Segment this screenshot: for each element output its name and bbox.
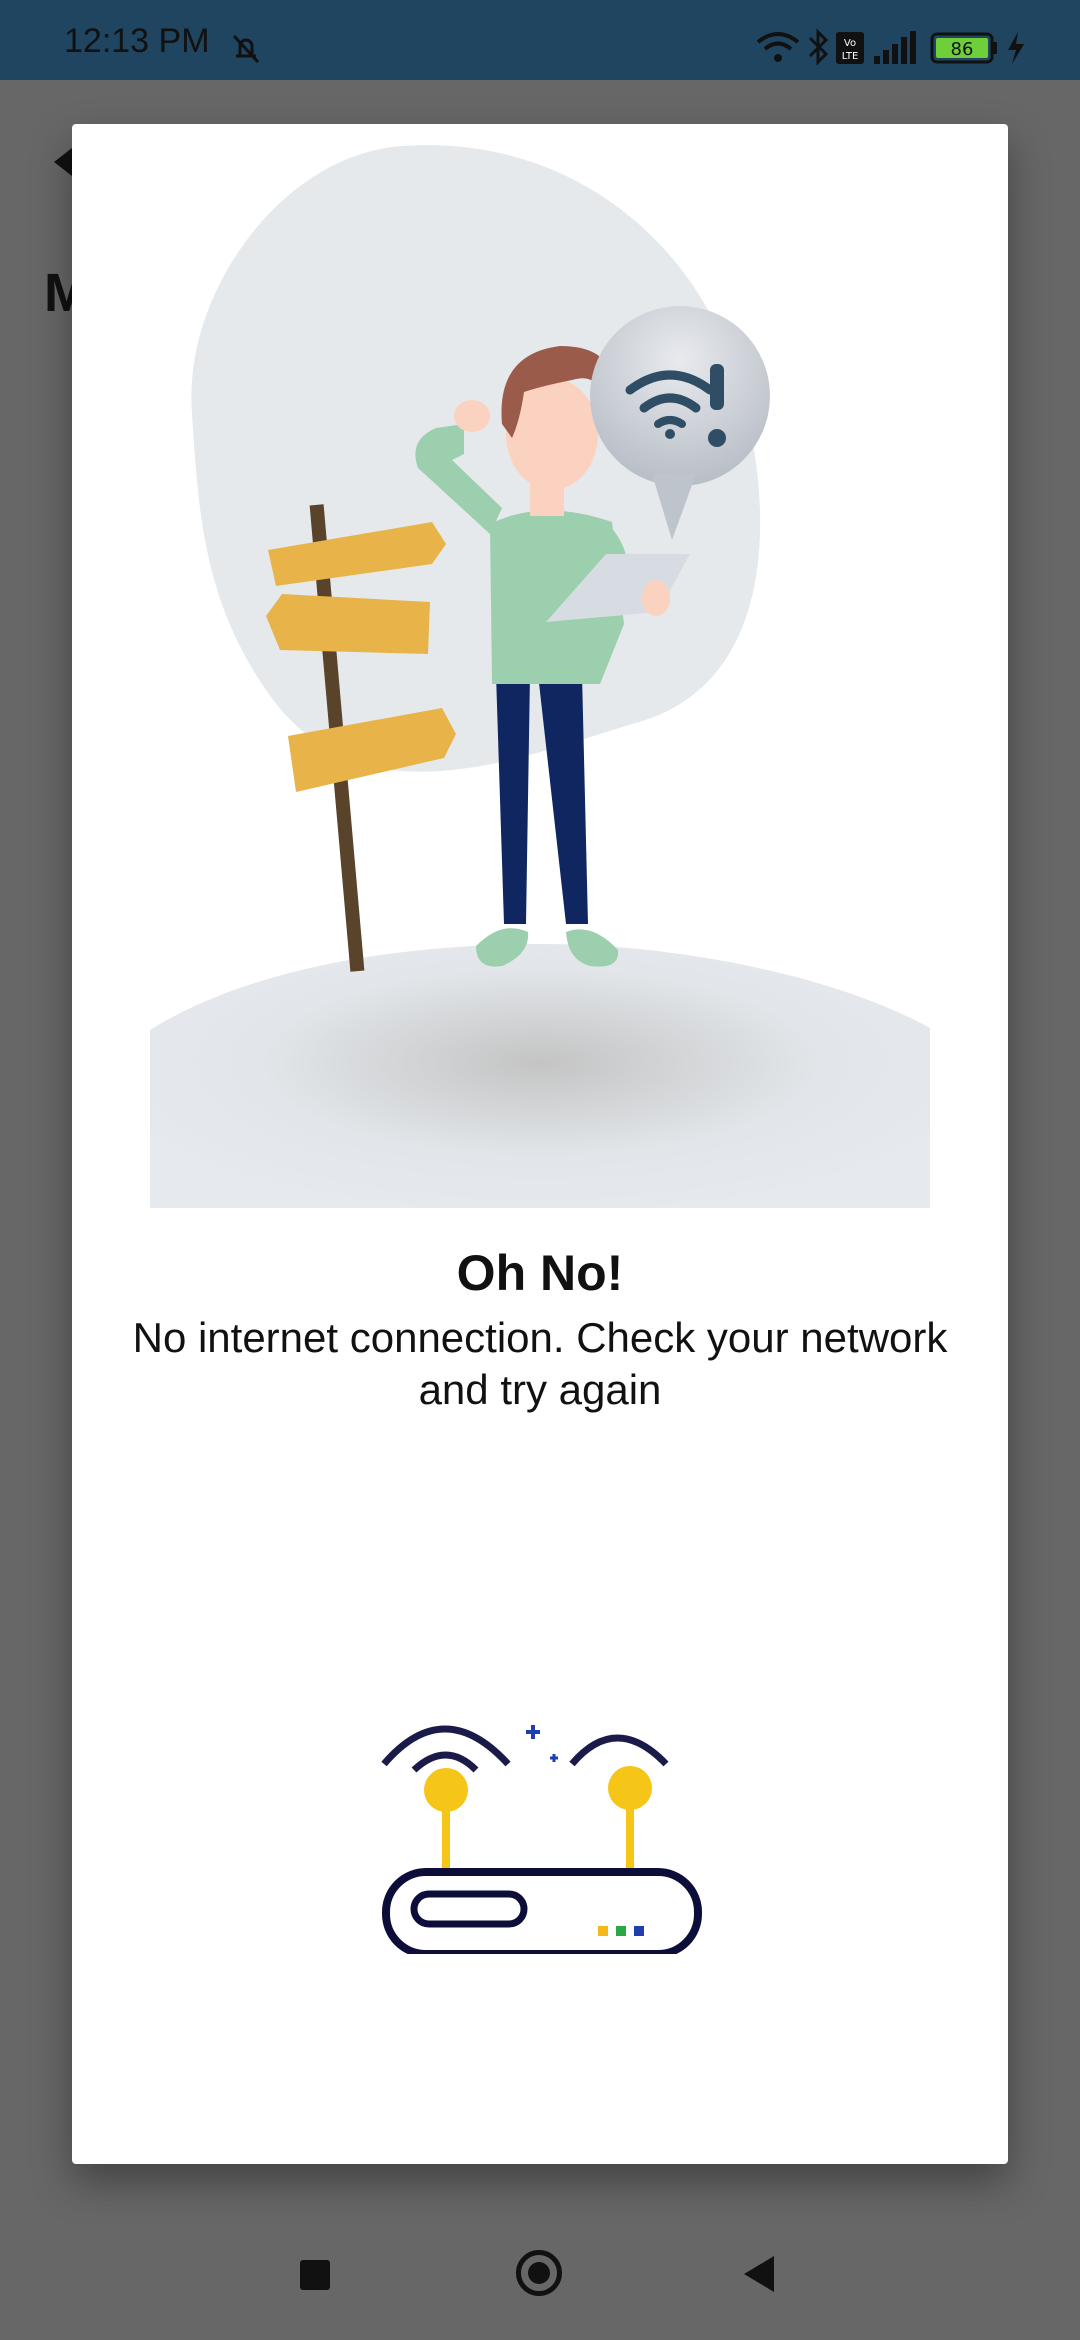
charging-icon bbox=[1008, 32, 1024, 64]
svg-text:Vo: Vo bbox=[844, 38, 856, 49]
battery-icon: 86 bbox=[930, 32, 997, 64]
battery-level: 86 bbox=[951, 39, 974, 60]
home-button[interactable] bbox=[516, 2250, 562, 2296]
lost-person-illustration bbox=[150, 145, 930, 1208]
svg-text:LTE: LTE bbox=[842, 51, 859, 62]
wifi-icon bbox=[756, 32, 800, 62]
do-not-disturb-icon bbox=[228, 30, 264, 71]
status-icons: Vo LTE 86 bbox=[752, 28, 1052, 68]
bluetooth-icon bbox=[808, 28, 829, 66]
signal-icon bbox=[874, 31, 916, 64]
status-time: 12:13 PM bbox=[64, 22, 210, 60]
dialog-title: Oh No! bbox=[456, 1245, 624, 1301]
background-back-icon bbox=[54, 148, 72, 176]
status-bar: 12:13 PM Vo LTE 86 bbox=[0, 0, 1080, 80]
router-icon bbox=[381, 1725, 702, 1954]
volte-icon: Vo LTE bbox=[836, 32, 864, 64]
recents-button[interactable] bbox=[300, 2260, 330, 2290]
dialog-message: No internet connection. Check your netwo… bbox=[132, 1314, 948, 1413]
back-button[interactable] bbox=[744, 2256, 774, 2292]
no-internet-dialog: Oh No! No internet connection. Check you… bbox=[72, 124, 1008, 2164]
